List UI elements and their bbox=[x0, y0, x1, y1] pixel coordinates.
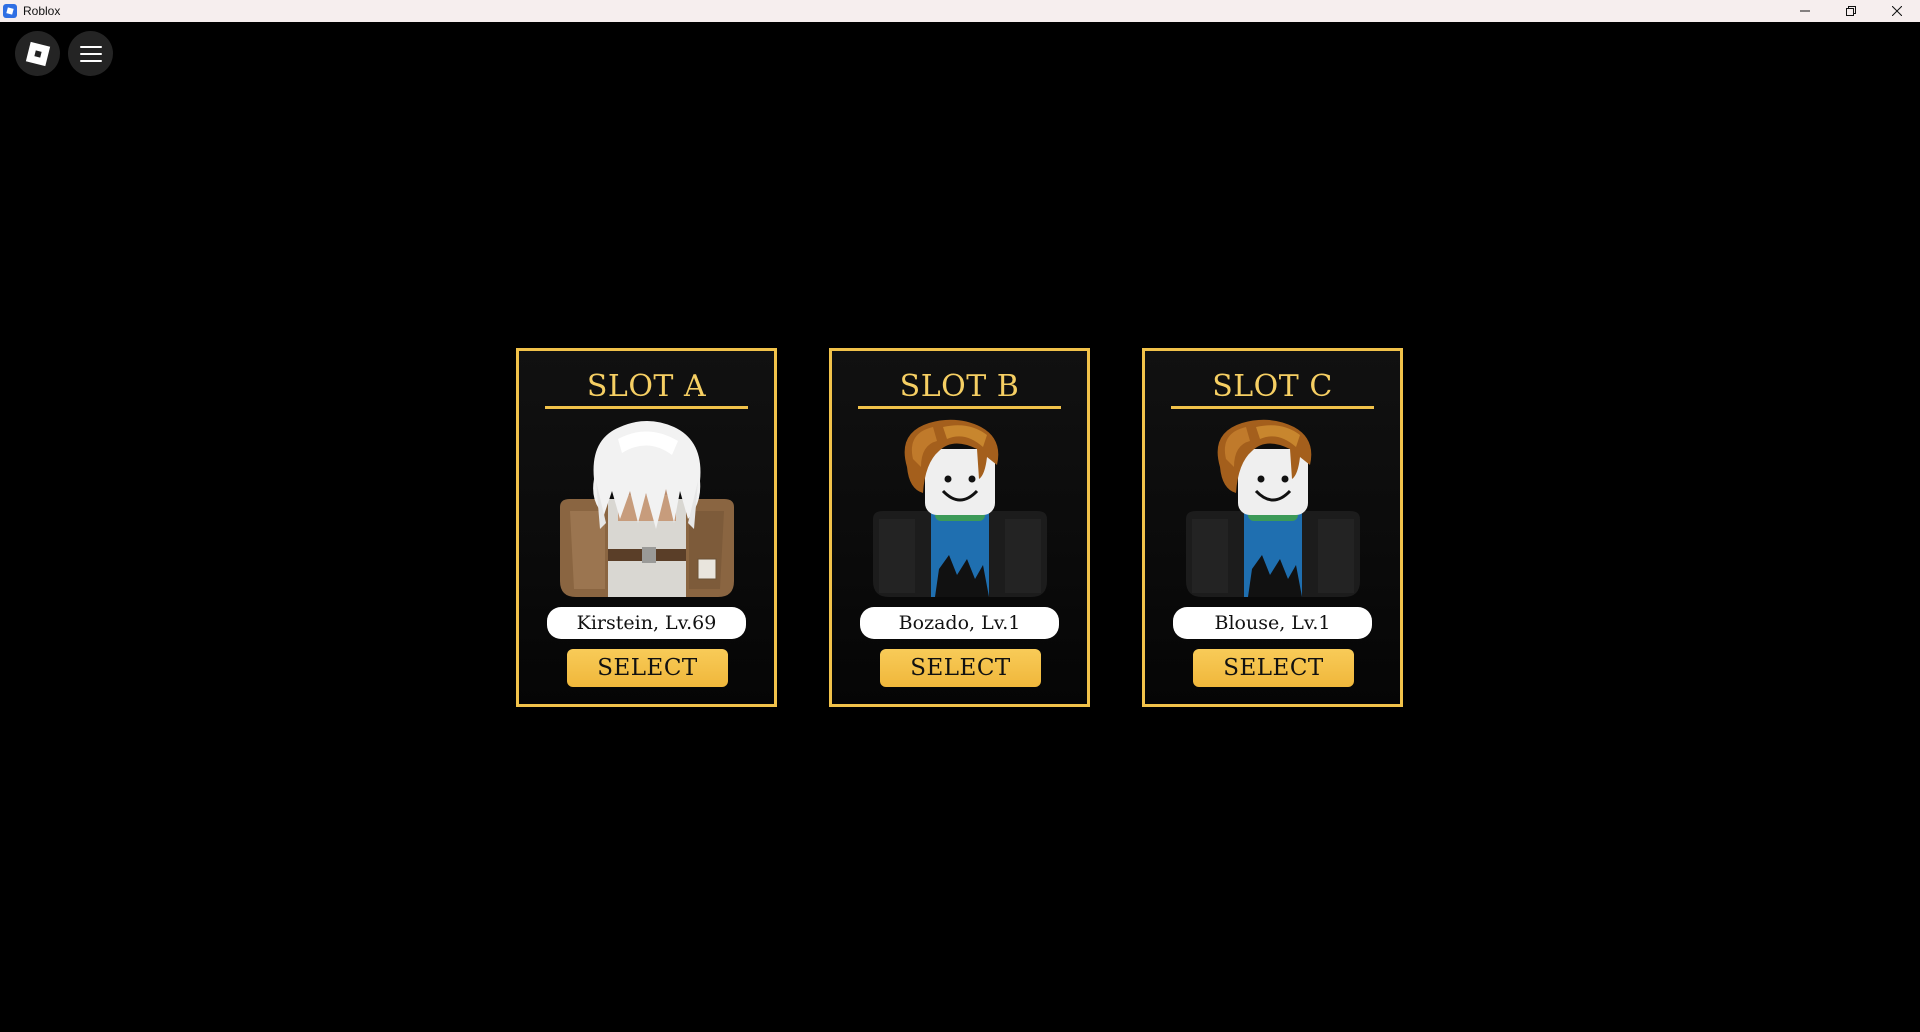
slot-divider bbox=[858, 406, 1061, 409]
character-avatar bbox=[1186, 419, 1360, 597]
character-avatar bbox=[873, 419, 1047, 597]
hamburger-menu-icon bbox=[79, 45, 102, 62]
slot-title: SLOT B bbox=[899, 369, 1020, 404]
minimize-icon[interactable] bbox=[1782, 0, 1828, 22]
slot-card-b: SLOT B Bozado, Lv.1 SELECT bbox=[829, 348, 1090, 707]
character-avatar bbox=[560, 419, 734, 597]
slot-title: SLOT A bbox=[586, 369, 707, 404]
select-slot-c-button[interactable]: SELECT bbox=[1193, 649, 1354, 687]
roblox-app-icon bbox=[3, 4, 17, 18]
select-slot-b-button[interactable]: SELECT bbox=[880, 649, 1041, 687]
slot-title: SLOT C bbox=[1212, 369, 1333, 404]
character-name-pill: Bozado, Lv.1 bbox=[860, 607, 1059, 639]
character-name-pill: Blouse, Lv.1 bbox=[1173, 607, 1372, 639]
slot-divider bbox=[1171, 406, 1374, 409]
slot-card-a: SLOT A Kirstein, Lv.69 SELECT bbox=[516, 348, 777, 707]
roblox-logo-icon bbox=[25, 41, 50, 66]
slot-divider bbox=[545, 406, 748, 409]
slot-selection: SLOT A Kirstein, Lv.69 SELECT SLOT B Boz… bbox=[516, 348, 1403, 707]
restore-icon[interactable] bbox=[1828, 0, 1874, 22]
close-icon[interactable] bbox=[1874, 0, 1920, 22]
hamburger-menu-button[interactable] bbox=[68, 31, 113, 76]
character-name-pill: Kirstein, Lv.69 bbox=[547, 607, 746, 639]
slot-card-c: SLOT C Blouse, Lv.1 SELECT bbox=[1142, 348, 1403, 707]
window-controls bbox=[1782, 0, 1920, 22]
window-title: Roblox bbox=[23, 4, 61, 18]
select-slot-a-button[interactable]: SELECT bbox=[567, 649, 728, 687]
window-titlebar: Roblox bbox=[0, 0, 1920, 22]
roblox-menu-button[interactable] bbox=[15, 31, 60, 76]
